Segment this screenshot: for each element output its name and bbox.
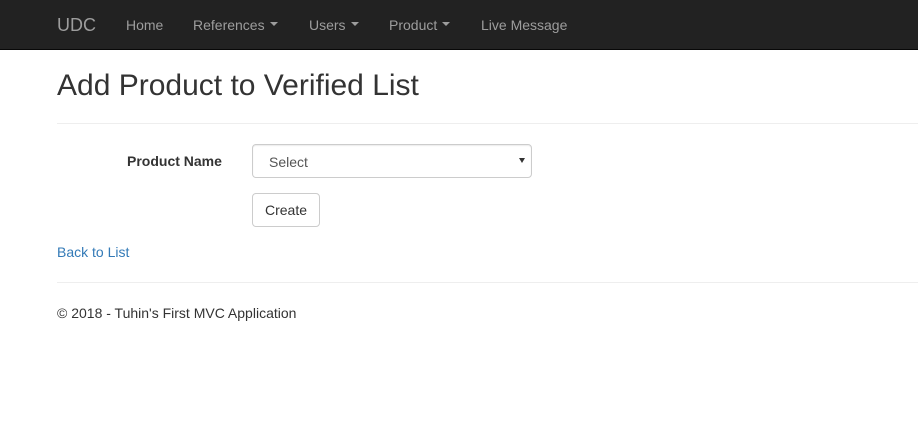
footer-copyright: © 2018 - Tuhin's First MVC Application xyxy=(57,305,297,321)
product-name-label: Product Name xyxy=(127,153,222,169)
nav-item-home[interactable]: Home xyxy=(126,16,163,34)
nav-item-product[interactable]: Product xyxy=(389,16,451,34)
footer-divider xyxy=(57,282,918,283)
product-select-value: Select xyxy=(269,154,308,170)
back-to-list-link[interactable]: Back to List xyxy=(57,243,129,261)
caret-down-icon xyxy=(350,22,359,27)
navbar: UDC Home References Users Product Live M… xyxy=(0,0,918,50)
navbar-brand[interactable]: UDC xyxy=(57,15,96,35)
create-button[interactable]: Create xyxy=(252,193,320,227)
caret-down-icon xyxy=(269,22,278,27)
nav-item-label: Home xyxy=(126,17,164,33)
nav-item-label: Live Message xyxy=(481,17,568,33)
nav-item-live-message[interactable]: Live Message xyxy=(481,16,567,34)
nav-item-label: References xyxy=(193,17,265,33)
caret-down-icon xyxy=(442,22,451,27)
nav-item-label: Product xyxy=(389,17,438,33)
nav-item-users[interactable]: Users xyxy=(309,16,359,34)
page-title: Add Product to Verified List xyxy=(57,69,419,102)
title-divider xyxy=(57,123,918,124)
dropdown-arrow-icon xyxy=(519,158,525,163)
nav-item-label: Users xyxy=(309,17,346,33)
product-name-select[interactable]: Select xyxy=(252,144,532,178)
nav-item-references[interactable]: References xyxy=(193,16,278,34)
